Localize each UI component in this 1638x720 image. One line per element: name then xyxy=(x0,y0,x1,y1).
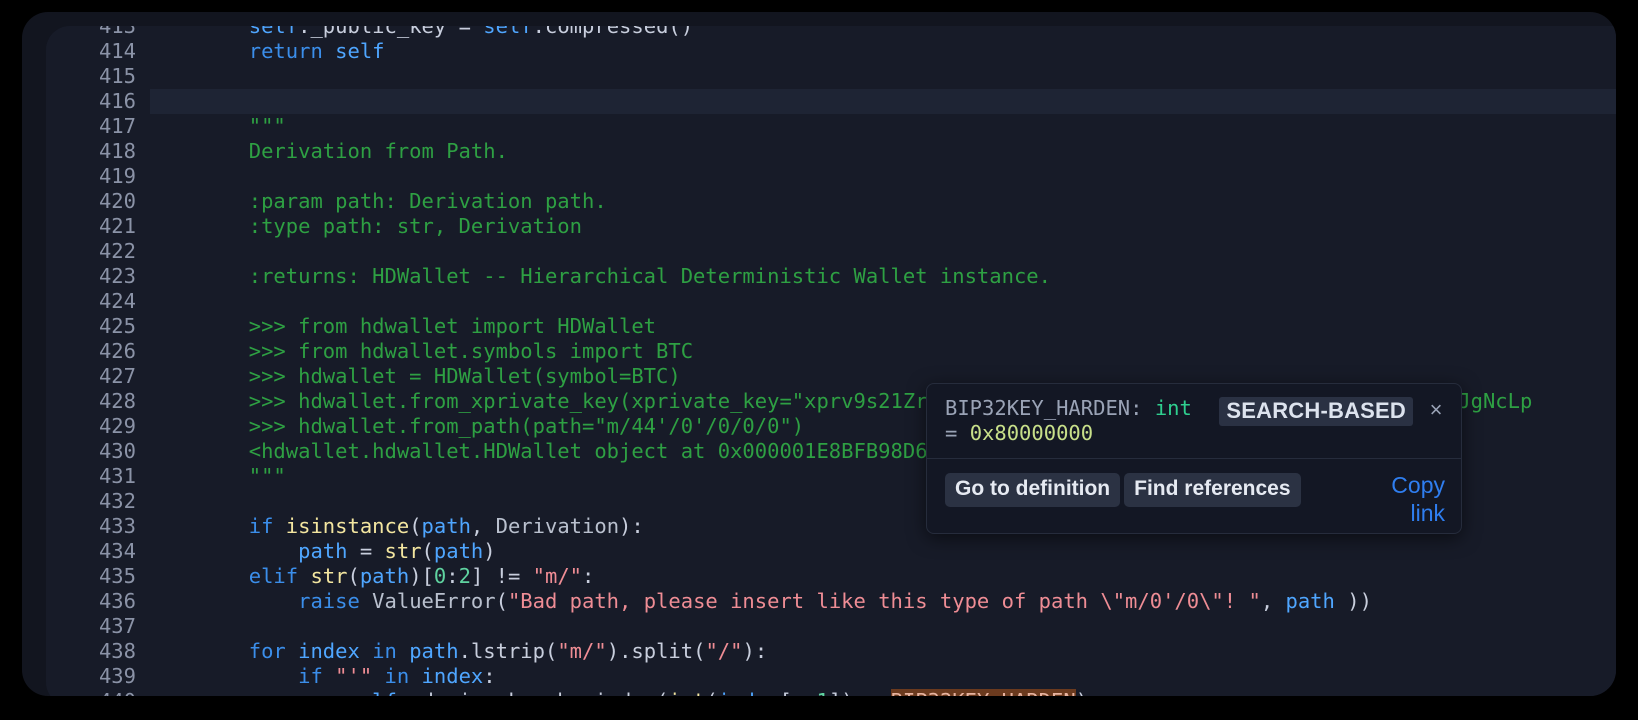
go-to-definition-button[interactable]: Go to definition xyxy=(945,473,1121,507)
code-line[interactable]: if "'" in index: xyxy=(150,664,496,689)
line-number: 427 xyxy=(98,364,136,388)
code-line[interactable]: Derivation from Path. xyxy=(150,139,508,164)
code-line[interactable]: >>> hdwallet = HDWallet(symbol=BTC) xyxy=(150,364,681,389)
line-number: 440 xyxy=(46,689,136,696)
window-frame: 413 414 415 416 417 418 419 420 421 422 423 424 425 4… xyxy=(22,12,1616,696)
line-number: 417 xyxy=(98,114,136,138)
line-number: 425 xyxy=(98,314,136,338)
line-number-gutter: 413 414 415 416 417 418 419 420 421 422 423 424 425 4… xyxy=(46,26,150,696)
code-line[interactable]: :returns: HDWallet -- Hierarchical Deter… xyxy=(150,264,1051,289)
signature-value: 0x80000000 xyxy=(969,421,1094,445)
code-surface[interactable]: 413 414 415 416 417 418 419 420 421 422 423 424 425 4… xyxy=(46,26,1616,696)
line-number: 420 xyxy=(98,189,136,213)
code-line[interactable]: if isinstance(path, Derivation): xyxy=(150,514,644,539)
screen: 413 414 415 416 417 418 419 420 421 422 423 424 425 4… xyxy=(0,0,1638,720)
line-number: 414 xyxy=(98,39,136,63)
line-number: 439 xyxy=(98,664,136,688)
line-number: 438 xyxy=(98,639,136,663)
signature-assign: = xyxy=(945,421,970,445)
code-line[interactable]: <hdwallet.hdwallet.HDWallet object at 0x… xyxy=(150,439,953,464)
line-number: 423 xyxy=(98,264,136,288)
line-number: 437 xyxy=(98,614,136,638)
line-number: 415 xyxy=(98,64,136,88)
line-number: 429 xyxy=(98,414,136,438)
code-line[interactable]: raise ValueError("Bad path, please inser… xyxy=(150,589,1372,614)
signature-separator: : xyxy=(1130,396,1155,420)
line-number: 428 xyxy=(98,389,136,413)
line-number: 436 xyxy=(98,589,136,613)
code-line[interactable]: self._derive_key_by_index(int(index[:-1]… xyxy=(150,689,1088,696)
line-number: 413 xyxy=(98,26,136,38)
code-line[interactable]: :param path: Derivation path. xyxy=(150,189,607,214)
code-line[interactable]: return self xyxy=(150,39,385,64)
signature-type: int xyxy=(1154,396,1192,420)
line-number: 431 xyxy=(98,464,136,488)
hover-tooltip-popup[interactable]: BIP32KEY_HARDEN: int = 0x80000000 SEARCH… xyxy=(926,383,1462,534)
code-editor[interactable]: 413 414 415 416 417 418 419 420 421 422 423 424 425 4… xyxy=(46,26,1616,696)
line-number: 422 xyxy=(98,239,136,263)
code-line[interactable]: path = str(path) xyxy=(150,539,496,564)
line-number: 426 xyxy=(98,339,136,363)
code-line[interactable]: for index in path.lstrip("m/").split("/"… xyxy=(150,639,767,664)
line-number: 418 xyxy=(98,139,136,163)
code-line[interactable]: """ xyxy=(150,464,286,489)
line-number: 421 xyxy=(98,214,136,238)
hover-tooltip-actions: Go to definition Find references Copy lin… xyxy=(927,459,1461,533)
code-line[interactable]: >>> from hdwallet.symbols import BTC xyxy=(150,339,693,364)
code-line[interactable]: elif str(path)[0:2] != "m/": xyxy=(150,564,595,589)
find-references-button[interactable]: Find references xyxy=(1124,473,1301,507)
line-number: 419 xyxy=(98,164,136,188)
search-based-badge: SEARCH-BASED xyxy=(1219,397,1413,426)
line-number: 433 xyxy=(98,514,136,538)
code-line[interactable]: >>> from hdwallet import HDWallet xyxy=(150,314,656,339)
code-line[interactable]: :type path: str, Derivation xyxy=(150,214,582,239)
current-line-highlight xyxy=(46,89,1616,114)
line-number: 416 xyxy=(98,89,136,113)
code-line[interactable]: >>> hdwallet.from_path(path="m/44'/0'/0/… xyxy=(150,414,804,439)
line-number: 430 xyxy=(98,439,136,463)
hover-tooltip-header: BIP32KEY_HARDEN: int = 0x80000000 SEARCH… xyxy=(927,384,1461,459)
line-number: 434 xyxy=(98,539,136,563)
code-line[interactable]: """ xyxy=(150,114,286,139)
code-line[interactable]: self._public_key = self.compressed() xyxy=(150,26,693,39)
line-number: 432 xyxy=(98,489,136,513)
copy-link-button[interactable]: Copy link xyxy=(1359,471,1445,527)
line-number: 424 xyxy=(98,289,136,313)
signature-name: BIP32KEY_HARDEN xyxy=(945,396,1131,420)
line-number: 435 xyxy=(98,564,136,588)
close-icon[interactable]: × xyxy=(1425,399,1447,422)
